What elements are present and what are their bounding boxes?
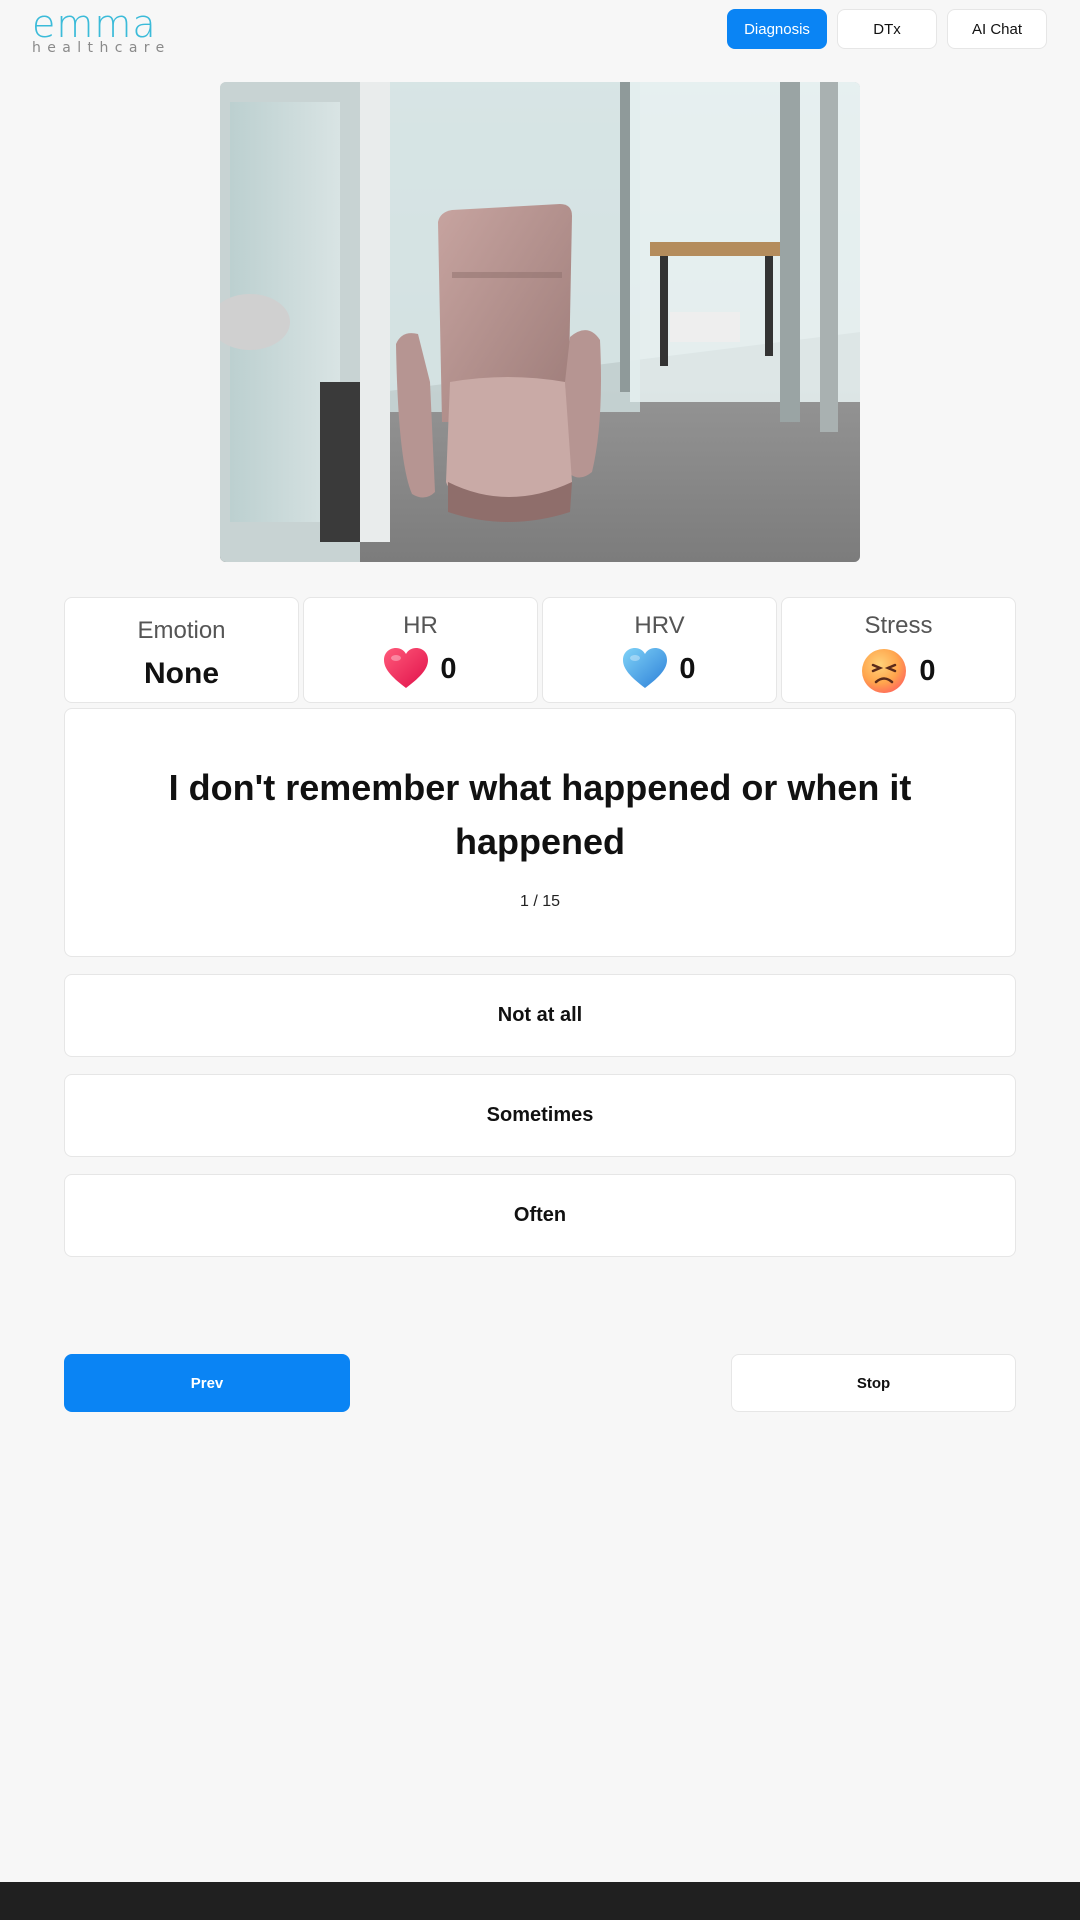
- question-progress: 1 / 15: [519, 893, 561, 910]
- blue-heart-icon: [623, 648, 668, 690]
- hrv-value: 0: [679, 652, 696, 685]
- metric-hrv: HRV 0: [542, 597, 777, 703]
- logo-wordmark: emma: [32, 2, 157, 46]
- nav-diagnosis-button[interactable]: Diagnosis: [727, 9, 827, 49]
- nav-ai-chat-button[interactable]: AI Chat: [947, 9, 1047, 49]
- stress-value: 0: [919, 654, 936, 687]
- stop-button[interactable]: Stop: [731, 1354, 1016, 1412]
- prev-button[interactable]: Prev: [64, 1354, 350, 1412]
- logo-tagline: healthcare: [32, 40, 171, 56]
- hrv-label: HRV: [634, 612, 685, 639]
- answer-sometimes-button[interactable]: Sometimes: [64, 1074, 1016, 1157]
- metric-stress: Stress 0: [781, 597, 1016, 703]
- question-text: I don't remember what happened or when i…: [168, 767, 912, 862]
- metric-hr: HR 0: [303, 597, 538, 703]
- question-card: I don't remember what happened or when i…: [64, 708, 1016, 957]
- stressed-face-icon: [861, 648, 907, 694]
- emma-logo[interactable]: emma healthcare: [32, 4, 171, 55]
- metrics-row: Emotion None HR 0 HRV 0 Stress 0: [64, 597, 1016, 703]
- nav-dtx-button[interactable]: DTx: [837, 9, 937, 49]
- hr-value: 0: [440, 652, 457, 685]
- stress-label: Stress: [864, 612, 933, 639]
- top-nav: Diagnosis DTx AI Chat: [727, 9, 1047, 49]
- emotion-value: None: [144, 657, 219, 690]
- answer-not-at-all-button[interactable]: Not at all: [64, 974, 1016, 1057]
- emotion-label: Emotion: [137, 617, 226, 644]
- hr-label: HR: [403, 612, 438, 639]
- camera-feed: [220, 82, 860, 562]
- bottom-bar: [0, 1882, 1080, 1920]
- app-header: emma healthcare Diagnosis DTx AI Chat: [0, 0, 1080, 60]
- red-heart-icon: [384, 648, 429, 690]
- metric-emotion: Emotion None: [64, 597, 299, 703]
- answer-often-button[interactable]: Often: [64, 1174, 1016, 1257]
